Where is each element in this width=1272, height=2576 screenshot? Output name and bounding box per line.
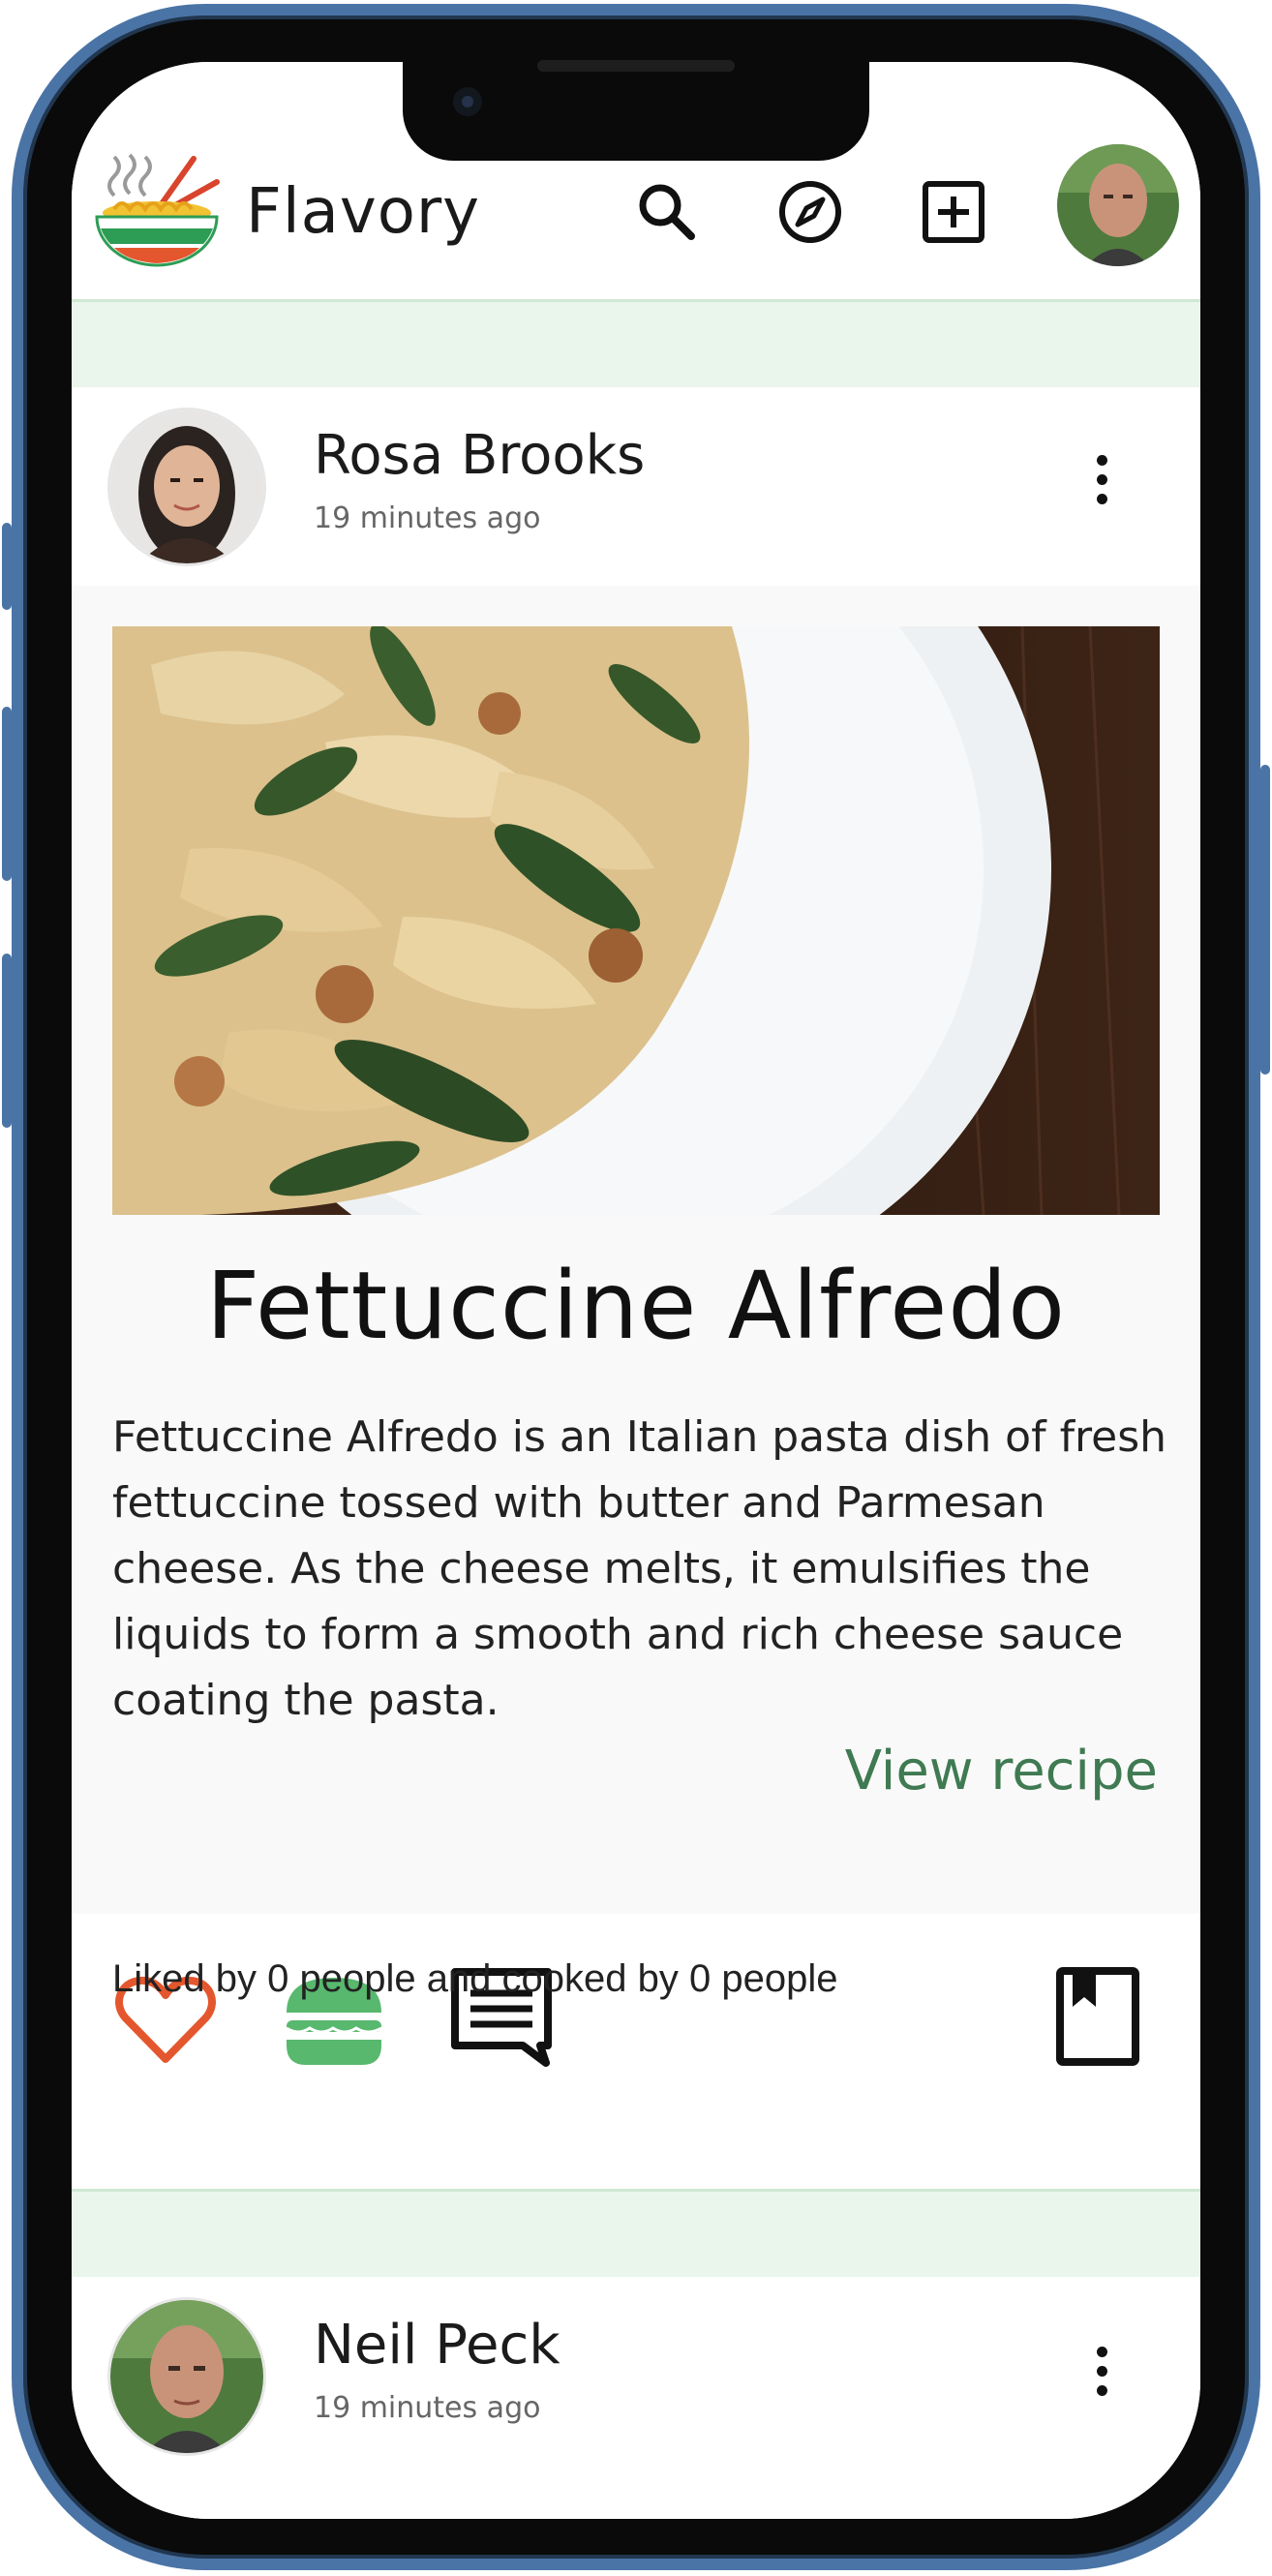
recipe-description: Fettuccine Alfredo is an Italian pasta d… bbox=[112, 1412, 1167, 1725]
feed-spacer bbox=[72, 302, 1200, 387]
device-notch bbox=[403, 60, 869, 161]
app-screen: Flavory Rosa Brooks 19 minutes ago Fettu… bbox=[72, 62, 1200, 2519]
volume-down-button bbox=[2, 954, 12, 1128]
volume-up-button bbox=[2, 707, 12, 881]
power-button bbox=[1260, 765, 1270, 1075]
post-header: Neil Peck 19 minutes ago bbox=[72, 2277, 1200, 2519]
post-stats: Liked by 0 people and cooked by 0 people bbox=[112, 1957, 838, 2000]
post-header: Rosa Brooks 19 minutes ago bbox=[72, 387, 1200, 589]
search-icon[interactable] bbox=[633, 178, 701, 246]
add-square-icon[interactable] bbox=[920, 178, 987, 246]
post-time: 19 minutes ago bbox=[314, 2391, 541, 2425]
author-name[interactable]: Neil Peck bbox=[314, 2314, 560, 2377]
app-logo[interactable] bbox=[89, 149, 227, 279]
post-actions bbox=[72, 1914, 1200, 2192]
recipe-title: Fettuccine Alfredo bbox=[205, 1252, 1067, 1360]
post-body: Fettuccine Alfredo Fettuccine Alfredo is… bbox=[72, 586, 1200, 1914]
more-options-icon[interactable] bbox=[1090, 2347, 1113, 2405]
view-recipe-link[interactable]: View recipe bbox=[845, 1740, 1158, 1803]
camera-icon bbox=[453, 87, 482, 116]
feed-spacer bbox=[72, 2192, 1200, 2277]
profile-avatar[interactable] bbox=[1057, 144, 1179, 266]
app-title: Flavory bbox=[246, 176, 481, 248]
post-time: 19 minutes ago bbox=[314, 501, 541, 535]
author-avatar[interactable] bbox=[110, 2300, 263, 2453]
compass-icon[interactable] bbox=[776, 178, 844, 246]
bookmark-icon[interactable] bbox=[1055, 1966, 1140, 2071]
recipe-photo[interactable] bbox=[112, 626, 1160, 1215]
author-name[interactable]: Rosa Brooks bbox=[314, 424, 645, 487]
more-options-icon[interactable] bbox=[1090, 455, 1113, 513]
author-avatar[interactable] bbox=[110, 410, 263, 563]
side-button bbox=[2, 523, 12, 610]
